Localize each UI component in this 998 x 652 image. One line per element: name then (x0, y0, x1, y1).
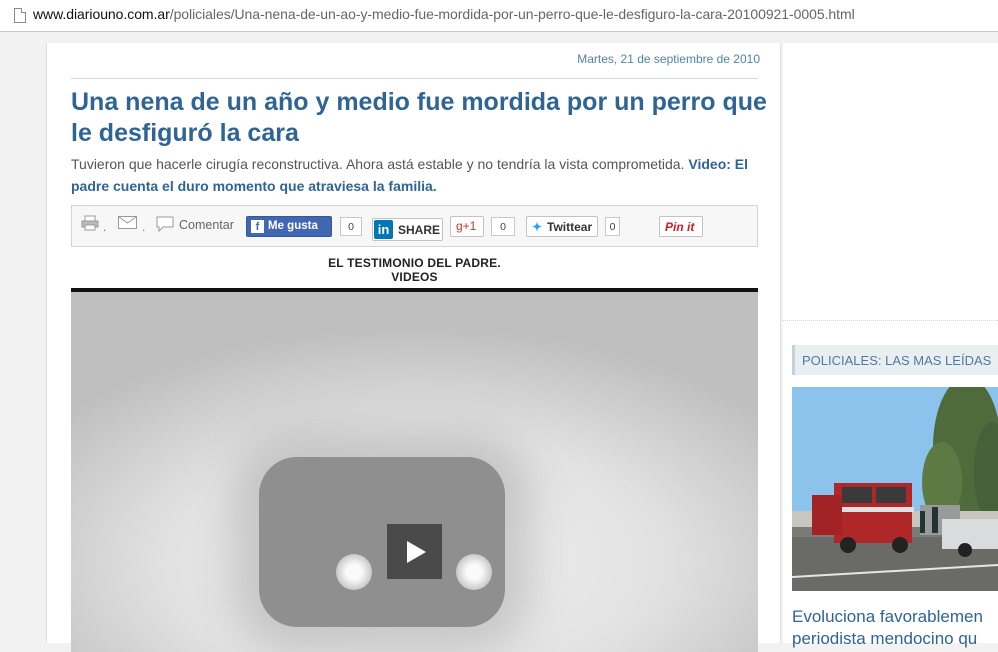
share-bar: . . Comentar f Me gusta 0 in SHARE g+1 0… (71, 205, 758, 247)
play-icon (407, 541, 426, 563)
print-icon[interactable] (81, 215, 99, 231)
twitter-tweet-count: 0 (605, 217, 620, 236)
facebook-like-label: Me gusta (268, 220, 318, 232)
video-player[interactable] (71, 292, 758, 652)
twitter-bird-icon: ✦ (532, 220, 543, 234)
article-date: Martes, 21 de septiembre de 2010 (577, 52, 760, 66)
facebook-icon: f (251, 220, 264, 233)
url-domain: www.diariouno.com.ar (33, 6, 170, 22)
address-bar[interactable]: www.diariouno.com.ar/policiales/Una-nena… (0, 0, 998, 32)
linkedin-share-button[interactable]: in SHARE (372, 218, 443, 241)
page-body: Martes, 21 de septiembre de 2010 Una nen… (0, 32, 998, 652)
video-thumbnail-shape (259, 457, 505, 627)
article-summary: Tuvieron que hacerle cirugía reconstruct… (71, 153, 761, 197)
video-play-button[interactable] (387, 524, 442, 579)
article-headline[interactable]: Una nena de un año y medio fue mordida p… (71, 87, 771, 149)
date-divider (71, 78, 758, 79)
sidebar-header: POLICIALES: LAS MAS LEÍDAS (802, 353, 992, 368)
linkedin-share-label: SHARE (398, 223, 441, 237)
article-column: Martes, 21 de septiembre de 2010 Una nen… (46, 43, 781, 652)
facebook-like-button[interactable]: f Me gusta (246, 216, 332, 237)
video-caption-title: EL TESTIMONIO DEL PADRE. (328, 256, 501, 270)
sidebar-story-photo[interactable] (792, 387, 998, 591)
comment-icon[interactable] (156, 216, 174, 232)
facebook-like-count: 0 (340, 217, 362, 236)
twitter-tweet-label: Twittear (547, 220, 593, 234)
separator-dot: . (142, 220, 146, 234)
google-plus-count: 0 (491, 217, 515, 236)
separator-dot: . (103, 220, 107, 234)
video-caption-section: VIDEOS (391, 270, 438, 284)
sidebar-story-title-line2: periodista mendocino qu (792, 629, 978, 648)
sidebar-story-title[interactable]: Evoluciona favorablemen periodista mendo… (792, 606, 998, 650)
google-plus-label: g+1 (456, 219, 477, 233)
sidebar-divider (783, 320, 998, 321)
video-thumbnail-dot-left (336, 554, 372, 590)
linkedin-icon: in (374, 220, 393, 239)
google-plus-button[interactable]: g+1 (450, 216, 484, 237)
right-sidebar: POLICIALES: LAS MAS LEÍDAS Evoluciona fa… (783, 43, 998, 648)
fire-truck-accident-photo (792, 387, 998, 591)
pinterest-pin-label: Pin it (665, 220, 695, 234)
mail-icon[interactable] (118, 216, 137, 229)
video-thumbnail-dot-right (456, 554, 492, 590)
video-caption: EL TESTIMONIO DEL PADRE. VIDEOS (71, 256, 758, 284)
summary-text: Tuvieron que hacerle cirugía reconstruct… (71, 156, 685, 172)
sidebar-story-title-line1: Evoluciona favorablemen (792, 607, 983, 626)
page-icon (14, 8, 26, 23)
url-path: /policiales/Una-nena-de-un-ao-y-medio-fu… (169, 6, 855, 22)
url-text[interactable]: www.diariouno.com.ar/policiales/Una-nena… (33, 6, 855, 22)
twitter-tweet-button[interactable]: ✦ Twittear (526, 216, 598, 237)
pinterest-pin-button[interactable]: Pin it (659, 216, 703, 237)
comment-link[interactable]: Comentar (179, 218, 234, 240)
